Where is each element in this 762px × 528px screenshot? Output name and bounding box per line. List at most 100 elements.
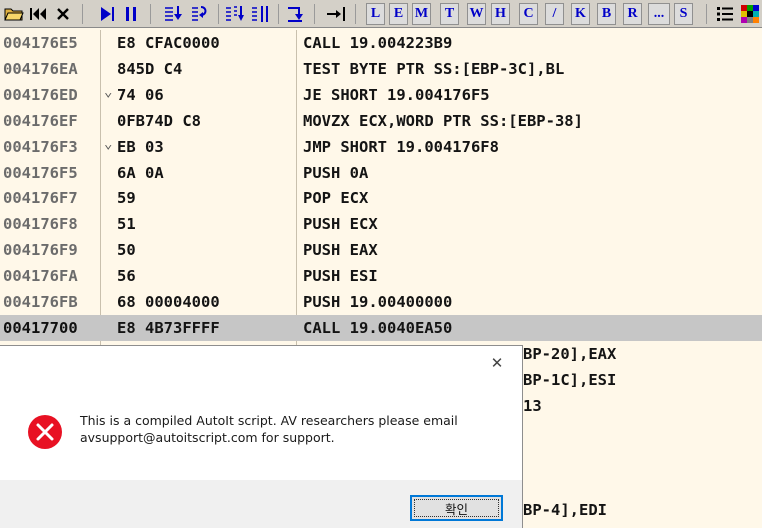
disasm-instruction: JMP SHORT 19.004176F8: [303, 137, 499, 156]
jump-arrow-icon: ⌄: [104, 135, 113, 152]
arrow-to-line-icon: [327, 6, 345, 21]
toolbar: L E M T W H C / K B R ... S: [0, 0, 762, 28]
rewind-icon: [30, 7, 46, 20]
disasm-hex-bytes: 51: [117, 215, 136, 234]
log-window-button[interactable]: L: [366, 3, 385, 25]
pause-icon: [126, 6, 136, 21]
disasm-row[interactable]: 004176EF 0FB74D C8 MOVZX ECX,WORD PTR SS:[…: [0, 108, 762, 134]
ok-button[interactable]: 확인: [410, 495, 503, 521]
play-icon: [101, 6, 114, 21]
disasm-address: 004176F8: [3, 215, 78, 234]
step-into-button[interactable]: [162, 3, 186, 24]
dialog-body: This is a compiled AutoIt script. AV res…: [0, 380, 522, 480]
disasm-address: 004176E5: [3, 34, 78, 52]
autoit-message-dialog: ✕ This is a compiled AutoIt script. AV r…: [0, 345, 523, 528]
run-button[interactable]: [96, 3, 118, 24]
disasm-instruction: PUSH EAX: [303, 241, 378, 260]
appearance-button[interactable]: [739, 3, 761, 24]
call-stack-window-button[interactable]: K: [571, 3, 590, 25]
disasm-hex-bytes: 56: [117, 267, 136, 286]
disasm-hex-bytes: 74 06: [117, 85, 164, 104]
folder-icon: [4, 8, 24, 20]
modules-window-button[interactable]: E: [389, 3, 408, 25]
options-button[interactable]: [714, 3, 736, 24]
disasm-instruction: JE SHORT 19.004176F5: [303, 85, 490, 104]
disasm-address: 004176F9: [3, 241, 78, 260]
disasm-row[interactable]: 004176F3 ⌄ EB 03 JMP SHORT 19.004176F8: [0, 134, 762, 160]
pause-button[interactable]: [120, 3, 142, 24]
toolbar-separator: [82, 4, 83, 24]
toolbar-separator: [278, 4, 279, 24]
disasm-instruction: CALL 19.004223B9: [303, 34, 453, 52]
disasm-row[interactable]: 004176F9 50 PUSH EAX: [0, 237, 762, 263]
toolbar-separator: [355, 4, 356, 24]
run-trace-window-button[interactable]: ...: [648, 3, 670, 25]
dialog-message: This is a compiled AutoIt script. AV res…: [80, 412, 510, 446]
disasm-row[interactable]: 004176ED ⌄ 74 06 JE SHORT 19.004176F5: [0, 82, 762, 108]
close-icon: [57, 7, 69, 20]
trace-into-button[interactable]: [223, 3, 247, 24]
source-window-button[interactable]: S: [674, 3, 693, 25]
open-file-button[interactable]: [2, 3, 26, 24]
step-over-button[interactable]: [189, 3, 213, 24]
toolbar-separator: [150, 4, 151, 24]
breakpoints-window-button[interactable]: B: [597, 3, 616, 25]
threads-window-button[interactable]: T: [440, 3, 459, 25]
close-icon: ✕: [490, 354, 504, 372]
disasm-hex-bytes: 59: [117, 189, 136, 208]
disasm-address: 004176ED: [3, 85, 78, 104]
cpu-window-button[interactable]: C: [519, 3, 538, 25]
restart-button[interactable]: [28, 3, 48, 24]
disasm-row[interactable]: 004176F5 6A 0A PUSH 0A: [0, 160, 762, 186]
return-icon: [288, 6, 303, 22]
list-icon: [717, 6, 733, 21]
disasm-row[interactable]: 004176EA 845D C4 TEST BYTE PTR SS:[EBP-3C]…: [0, 56, 762, 82]
windows-window-button[interactable]: W: [467, 3, 486, 25]
disasm-row[interactable]: 004176F8 51 PUSH ECX: [0, 211, 762, 237]
disasm-address: 004176FB: [3, 293, 78, 311]
disasm-row-selected[interactable]: 00417700 E8 4B73FFFF CALL 19.0040EA50: [0, 314, 762, 341]
dialog-footer: 확인: [0, 480, 522, 528]
disasm-address: 004176EA: [3, 59, 78, 78]
disasm-row[interactable]: 004176FA 56 PUSH ESI: [0, 263, 762, 289]
disasm-row[interactable]: 004176E5 E8 CFAC0000 CALL 19.004223B9: [0, 30, 762, 56]
disasm-row[interactable]: 004176F7 59 POP ECX: [0, 185, 762, 211]
disasm-hex-bytes: E8 4B73FFFF: [117, 318, 220, 337]
disasm-address: 004176F7: [3, 189, 78, 208]
references-window-button[interactable]: R: [623, 3, 642, 25]
disasm-instruction: MOVZX ECX,WORD PTR SS:[EBP-38]: [303, 111, 583, 130]
disasm-partial-line: 13: [523, 397, 542, 415]
step-over-icon: [192, 5, 207, 21]
disasm-hex-bytes: EB 03: [117, 137, 164, 156]
trace-over-button[interactable]: [249, 3, 273, 24]
disasm-hex-bytes: 0FB74D C8: [117, 111, 201, 130]
disasm-instruction: PUSH 0A: [303, 163, 369, 182]
disasm-address: 004176F3: [3, 137, 78, 156]
dialog-close-button[interactable]: ✕: [486, 352, 508, 374]
disasm-address: 004176EF: [3, 111, 78, 130]
memory-window-button[interactable]: M: [412, 3, 431, 25]
handles-window-button[interactable]: H: [491, 3, 510, 25]
trace-over-icon: [252, 5, 268, 22]
toolbar-separator: [218, 4, 219, 24]
patches-window-button[interactable]: /: [545, 3, 564, 25]
error-icon: [28, 415, 62, 449]
dialog-titlebar[interactable]: ✕: [0, 346, 522, 380]
disasm-address: 004176F5: [3, 163, 78, 182]
toolbar-separator: [314, 4, 315, 24]
dialog-message-line: This is a compiled AutoIt script. AV res…: [80, 413, 458, 428]
disasm-address: 004176FA: [3, 267, 78, 286]
disasm-hex-bytes: 6A 0A: [117, 163, 164, 182]
go-to-button[interactable]: [324, 3, 348, 24]
disasm-partial-line: BP-4],EDI: [523, 501, 607, 519]
disasm-instruction: TEST BYTE PTR SS:[EBP-3C],BL: [303, 59, 565, 78]
disasm-address: 00417700: [3, 318, 78, 337]
step-into-icon: [165, 5, 182, 21]
disasm-row[interactable]: 004176FB 68 00004000 PUSH 19.00400000: [0, 289, 762, 315]
disasm-instruction: POP ECX: [303, 189, 369, 208]
close-program-button[interactable]: [52, 3, 74, 24]
disasm-instruction: PUSH ESI: [303, 267, 378, 286]
toolbar-separator: [706, 4, 707, 24]
execute-till-return-button[interactable]: [284, 3, 306, 24]
disasm-instruction: PUSH 19.00400000: [303, 293, 453, 311]
